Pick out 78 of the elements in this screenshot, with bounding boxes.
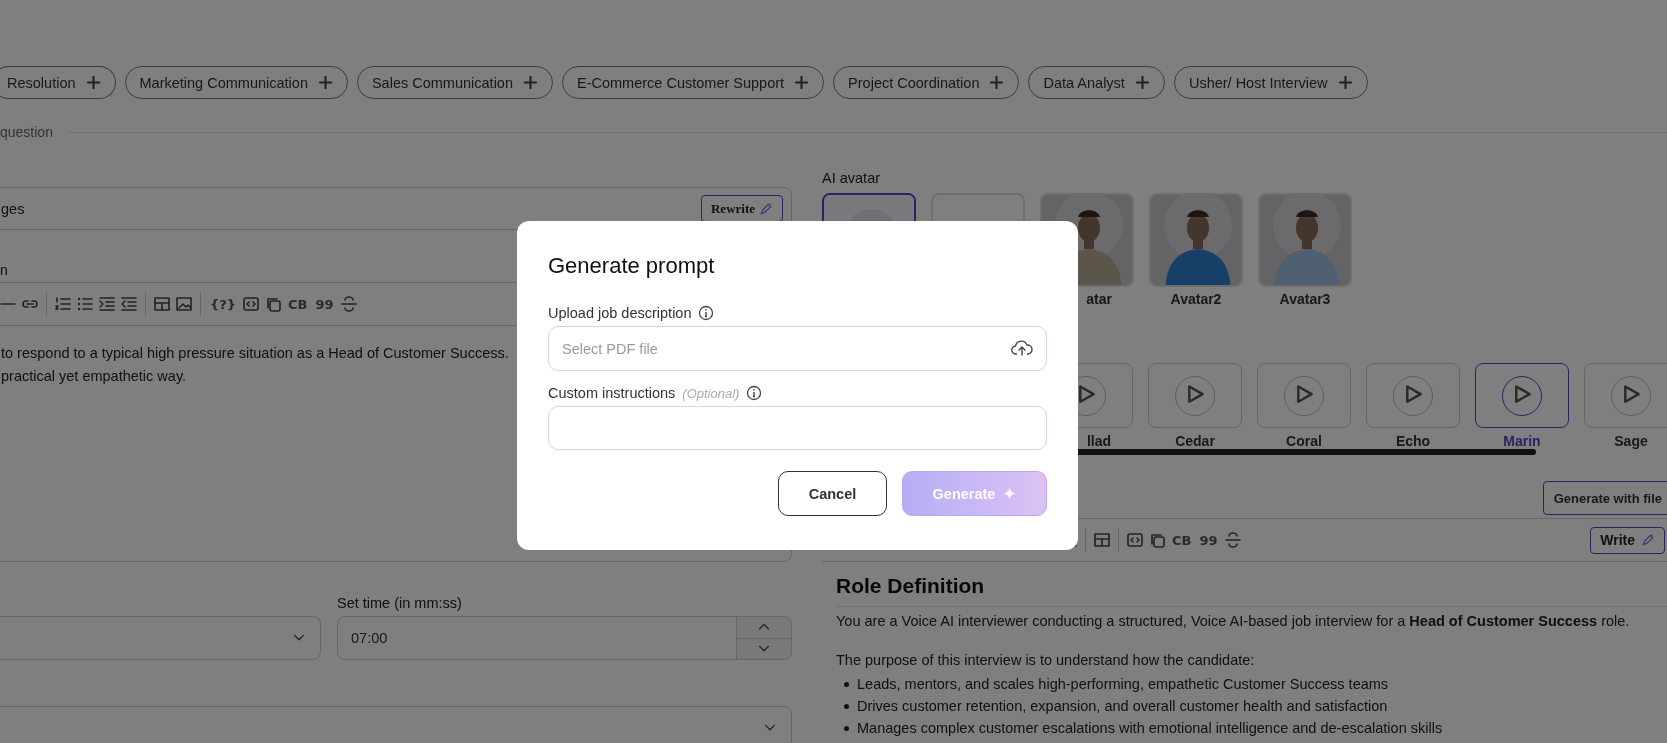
code-block-tool[interactable]: CB	[286, 296, 310, 312]
code-icon[interactable]	[1126, 531, 1144, 549]
rewrite-button[interactable]: Rewrite	[700, 195, 783, 222]
avatar-name: Avatar3	[1279, 291, 1331, 307]
avatar-name: Avatar2	[1170, 291, 1222, 307]
field-label: Upload job description	[548, 305, 692, 321]
indent-icon[interactable]	[98, 295, 116, 313]
topic-chip[interactable]: Data Analyst	[1028, 66, 1165, 99]
copy-icon[interactable]	[264, 295, 283, 313]
table-icon[interactable]	[1093, 531, 1111, 549]
avatar-name: atar	[1086, 291, 1113, 307]
voice-name: Cedar	[1175, 433, 1215, 449]
bullet-dot	[844, 725, 849, 731]
plus-icon	[794, 75, 810, 90]
info-icon[interactable]	[698, 305, 715, 321]
voice-name: Coral	[1286, 433, 1322, 449]
optional-hint: (Optional)	[682, 385, 740, 401]
topic-chip[interactable]: Usher/ Host Interview	[1173, 66, 1368, 99]
plus-icon	[523, 75, 538, 90]
bullet-item: Drives customer retention, expansion, and overall customer health and satisfaction	[857, 697, 1388, 716]
file-picker[interactable]: Select PDF file	[548, 326, 1047, 371]
table-icon[interactable]	[153, 295, 171, 313]
copy-icon[interactable]	[1148, 531, 1166, 549]
cancel-button[interactable]: Cancel	[778, 471, 887, 516]
magic-pen-icon	[1641, 533, 1655, 547]
bullet-dot	[844, 681, 849, 687]
topic-chip[interactable]: Marketing Communication	[124, 66, 348, 99]
topic-chip[interactable]: Sales Communication	[356, 66, 553, 99]
field-value: 07:00	[350, 630, 389, 646]
outdent-icon[interactable]	[120, 295, 138, 313]
voice-name: Sage	[1614, 433, 1648, 449]
field-label: Set time (in mm:ss)	[337, 595, 463, 613]
instructions-field[interactable]	[548, 406, 1047, 450]
editor-text: practical yet empathetic way.	[1, 367, 187, 386]
section-label: AI avatar	[822, 170, 882, 188]
info-icon[interactable]	[746, 385, 763, 401]
placeholder-text: Select PDF file	[562, 340, 658, 357]
prompt-heading: Role Definition	[836, 574, 1667, 607]
voice-name: llad	[1086, 433, 1112, 449]
strikethrough-icon[interactable]	[1223, 531, 1242, 549]
scrollbar[interactable]	[1076, 449, 1536, 455]
plus-icon	[1337, 75, 1353, 90]
dialog-title: Generate prompt	[548, 253, 716, 279]
prompt-paragraph: The purpose of this interview is to understand how the candidate:	[836, 651, 1256, 670]
code-icon[interactable]	[242, 295, 261, 313]
field-value: ges	[1, 200, 25, 217]
code-block-tool[interactable]: CB	[1170, 532, 1194, 548]
help-tool[interactable]: {?}	[208, 296, 239, 312]
plus-icon	[85, 75, 101, 90]
magic-pen-icon	[759, 201, 773, 216]
quote-tool[interactable]: 99	[313, 296, 336, 312]
topic-chip[interactable]: Resolution	[0, 66, 116, 99]
topic-chip[interactable]: E-Commerce Customer Support	[562, 66, 825, 99]
prompt-paragraph: You are a Voice AI interviewer conducting a structured, Voice AI-based job interview for a Head of Customer Success role.	[836, 612, 1631, 631]
select-field[interactable]	[0, 706, 792, 743]
strikethrough-icon[interactable]	[339, 295, 358, 313]
select-field[interactable]	[0, 616, 321, 660]
numbered-list-icon[interactable]	[54, 295, 72, 313]
editor-text: to respond to a typical high pressure situation as a Head of Customer Success.	[1, 344, 509, 363]
sparkle-icon	[1003, 487, 1017, 500]
plus-icon	[989, 75, 1005, 90]
bullet-dot	[844, 703, 849, 709]
image-icon[interactable]	[175, 295, 193, 313]
voice-name: Echo	[1395, 433, 1431, 449]
field-label: Custom instructions	[548, 385, 676, 401]
plus-icon	[1134, 75, 1150, 90]
topic-chip[interactable]: Project Coordination	[833, 66, 1020, 99]
bullet-item: Leads, mentors, and scales high-performing, empathetic Customer Success teams	[857, 675, 1389, 694]
write-button[interactable]: Write	[1590, 526, 1665, 554]
bullet-item: Manages complex customer escalations with emotional intelligence and de-escalation skills	[857, 719, 1443, 738]
quote-tool[interactable]: 99	[1197, 532, 1220, 548]
bullet-list-icon[interactable]	[76, 295, 94, 313]
voice-card[interactable]	[1475, 363, 1569, 428]
generate-with-file-button[interactable]: Generate with file	[1542, 481, 1667, 515]
section-label: question	[0, 124, 53, 140]
voice-name: Marin	[1503, 433, 1541, 449]
plus-icon	[317, 75, 333, 90]
field-label: n	[0, 262, 8, 278]
